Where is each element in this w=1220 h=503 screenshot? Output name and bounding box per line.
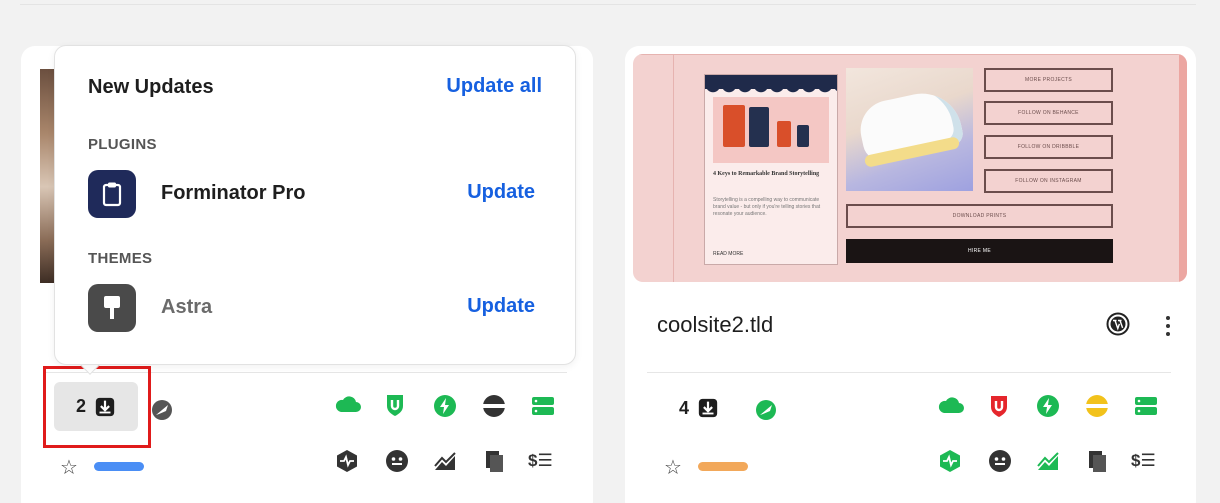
preview-button-download-prints: DOWNLOAD PRINTS (846, 204, 1113, 228)
popup-title: New Updates (88, 76, 214, 98)
favorite-star-icon[interactable]: ☆ (664, 455, 682, 480)
activity-monitor-icon[interactable] (938, 449, 962, 473)
clipboard-icon (88, 170, 136, 218)
performance-bolt-icon[interactable] (433, 394, 457, 418)
preview-shoe-image (846, 68, 973, 191)
paint-roller-icon (88, 284, 136, 332)
trend-chart-icon[interactable] (1036, 450, 1060, 474)
plugin-update-button[interactable]: Update (467, 181, 535, 204)
uptime-icon[interactable] (482, 394, 506, 418)
hosting-logo-icon[interactable] (754, 398, 778, 422)
security-shield-icon[interactable] (383, 393, 407, 417)
billing-icon[interactable]: $☰ (1131, 451, 1156, 471)
preview-button-dribbble: FOLLOW ON DRIBBBLE (984, 135, 1113, 159)
hosting-logo-icon[interactable] (150, 398, 174, 422)
preview-button-behance: FOLLOW ON BEHANCE (984, 101, 1113, 125)
plugin-name: Forminator Pro (161, 182, 306, 204)
trend-chart-icon[interactable] (433, 450, 457, 474)
wordpress-icon[interactable] (1106, 312, 1130, 336)
preview-button-instagram: FOLLOW ON INSTAGRAM (984, 169, 1113, 193)
download-icon (698, 398, 718, 418)
theme-name: Astra (161, 296, 213, 318)
site-name[interactable]: coolsite2.tld (657, 312, 773, 338)
updates-button[interactable]: 4 (662, 384, 736, 432)
activity-monitor-icon[interactable] (335, 449, 359, 473)
themes-section-label: THEMES (88, 250, 153, 267)
highlight-frame (43, 366, 151, 448)
analytics-face-icon[interactable] (385, 449, 409, 473)
favorite-star-icon[interactable]: ☆ (60, 455, 78, 480)
cloud-backup-icon[interactable] (334, 393, 362, 417)
preview-article-panel: 4 Keys to Remarkable Brand Storytelling … (704, 74, 838, 265)
analytics-face-icon[interactable] (988, 449, 1012, 473)
billing-icon[interactable]: $☰ (528, 451, 553, 471)
more-options-icon[interactable] (1160, 314, 1176, 338)
updates-count: 4 (678, 397, 689, 418)
update-all-button[interactable]: Update all (446, 75, 542, 98)
preview-button-hire-me: HIRE ME (846, 239, 1113, 263)
top-divider (20, 4, 1196, 5)
hosting-server-icon[interactable] (1134, 394, 1158, 418)
documents-icon[interactable] (483, 449, 507, 473)
uptime-icon[interactable] (1085, 394, 1109, 418)
documents-icon[interactable] (1086, 449, 1110, 473)
plugins-section-label: PLUGINS (88, 136, 157, 153)
preview-body: Storytelling is a compelling way to comm… (713, 197, 821, 217)
cloud-backup-icon[interactable] (937, 394, 965, 418)
preview-button-more-projects: MORE PROJECTS (984, 68, 1113, 92)
performance-bolt-icon[interactable] (1036, 394, 1060, 418)
new-updates-popup: New Updates Update all PLUGINS Forminato… (54, 45, 576, 365)
theme-update-button[interactable]: Update (467, 295, 535, 318)
site-color-tag[interactable] (94, 462, 144, 471)
site-card-right: 4 Keys to Remarkable Brand Storytelling … (625, 46, 1196, 503)
site-color-tag[interactable] (698, 462, 748, 471)
site-preview-image[interactable]: 4 Keys to Remarkable Brand Storytelling … (633, 54, 1187, 282)
preview-read-more: READ MORE (713, 251, 744, 257)
preview-headline: 4 Keys to Remarkable Brand Storytelling (713, 171, 820, 177)
security-shield-icon[interactable] (987, 394, 1011, 418)
hosting-server-icon[interactable] (531, 394, 555, 418)
card-divider (647, 372, 1171, 373)
